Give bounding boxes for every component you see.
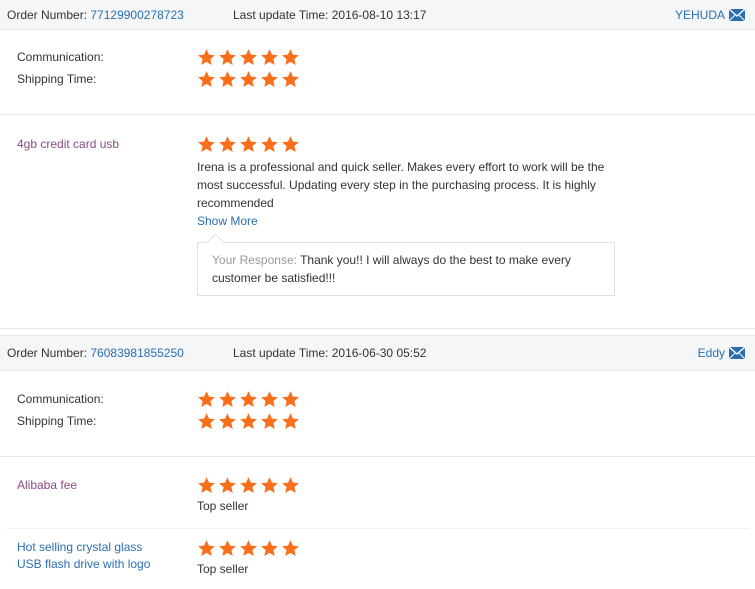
review-comment: Top seller bbox=[197, 562, 249, 576]
star-icon bbox=[218, 539, 237, 558]
review-comment: Top seller bbox=[197, 499, 249, 513]
response-text-2: customer be satisfied!!! bbox=[212, 271, 336, 285]
star-icon bbox=[260, 48, 279, 67]
response-label: Your Response: bbox=[212, 253, 297, 267]
communication-row: Communication: bbox=[0, 388, 755, 410]
star-icon bbox=[197, 539, 216, 558]
order-header-2: Order Number: 76083981855250 Last update… bbox=[0, 335, 755, 371]
product-review-3: Hot selling crystal glass USB flash driv… bbox=[0, 529, 755, 589]
last-update-time: Last update Time: 2016-08-10 13:17 bbox=[233, 7, 427, 22]
star-icon bbox=[239, 539, 258, 558]
star-icon bbox=[239, 70, 258, 89]
communication-label: Communication: bbox=[17, 392, 104, 406]
star-icon bbox=[281, 476, 300, 495]
star-icon bbox=[197, 390, 216, 409]
star-icon bbox=[281, 390, 300, 409]
star-icon bbox=[218, 135, 237, 154]
product-stars bbox=[197, 135, 617, 154]
shipping-stars bbox=[197, 412, 300, 431]
product-stars bbox=[197, 476, 617, 495]
buyer-name-link[interactable]: YEHUDA bbox=[675, 8, 725, 22]
star-icon bbox=[260, 390, 279, 409]
star-icon bbox=[218, 48, 237, 67]
communication-stars bbox=[197, 48, 300, 67]
order-number-label: Order Number: bbox=[7, 346, 88, 360]
seller-response: Your Response: Thank you!! I will always… bbox=[197, 242, 615, 296]
star-icon bbox=[197, 476, 216, 495]
star-icon bbox=[260, 539, 279, 558]
last-update-time: Last update Time: 2016-06-30 05:52 bbox=[233, 346, 427, 360]
shipping-label: Shipping Time: bbox=[17, 72, 97, 86]
product-stars bbox=[197, 539, 617, 558]
shipping-row: Shipping Time: bbox=[0, 410, 755, 432]
mail-icon[interactable] bbox=[728, 346, 746, 360]
star-icon bbox=[281, 412, 300, 431]
order-number-label: Order Number: bbox=[7, 7, 88, 22]
communication-row: Communication: bbox=[0, 46, 755, 68]
order-number-link[interactable]: 77129900278723 bbox=[90, 8, 183, 22]
star-icon bbox=[239, 476, 258, 495]
star-icon bbox=[239, 390, 258, 409]
order-header-1: Order Number: 77129900278723 Last update… bbox=[0, 0, 755, 30]
star-icon bbox=[281, 70, 300, 89]
order-number-link[interactable]: 76083981855250 bbox=[90, 346, 183, 360]
shipping-row: Shipping Time: bbox=[0, 68, 755, 90]
star-icon bbox=[218, 70, 237, 89]
product-name: 4gb credit card usb bbox=[17, 137, 120, 151]
seller-ratings-block-1: Communication: Shipping Time: bbox=[0, 30, 755, 115]
show-more-link[interactable]: Show More bbox=[197, 212, 617, 230]
mail-icon[interactable] bbox=[728, 7, 746, 21]
star-icon bbox=[260, 70, 279, 89]
product-review-2: Alibaba fee Top seller bbox=[7, 457, 748, 529]
product-name: Alibaba fee bbox=[17, 478, 78, 492]
product-review-1: 4gb credit card usb Irena is a professio… bbox=[0, 115, 755, 329]
shipping-stars bbox=[197, 70, 300, 89]
star-icon bbox=[218, 390, 237, 409]
response-text: Thank you!! I will always do the best to… bbox=[296, 253, 571, 267]
star-icon bbox=[260, 476, 279, 495]
star-icon bbox=[260, 135, 279, 154]
star-icon bbox=[239, 135, 258, 154]
communication-label: Communication: bbox=[17, 50, 104, 64]
communication-stars bbox=[197, 390, 300, 409]
star-icon bbox=[281, 135, 300, 154]
star-icon bbox=[197, 135, 216, 154]
product-name-link[interactable]: Hot selling crystal glass USB flash driv… bbox=[0, 529, 197, 589]
star-icon bbox=[218, 476, 237, 495]
star-icon bbox=[281, 48, 300, 67]
star-icon bbox=[197, 412, 216, 431]
buyer-name-link[interactable]: Eddy bbox=[698, 346, 725, 360]
star-icon bbox=[197, 48, 216, 67]
seller-ratings-block-2: Communication: Shipping Time: bbox=[0, 371, 755, 457]
review-text: Irena is a professional and quick seller… bbox=[197, 160, 605, 210]
star-icon bbox=[281, 539, 300, 558]
star-icon bbox=[239, 412, 258, 431]
star-icon bbox=[239, 48, 258, 67]
star-icon bbox=[260, 412, 279, 431]
shipping-label: Shipping Time: bbox=[17, 414, 97, 428]
star-icon bbox=[218, 412, 237, 431]
star-icon bbox=[197, 70, 216, 89]
